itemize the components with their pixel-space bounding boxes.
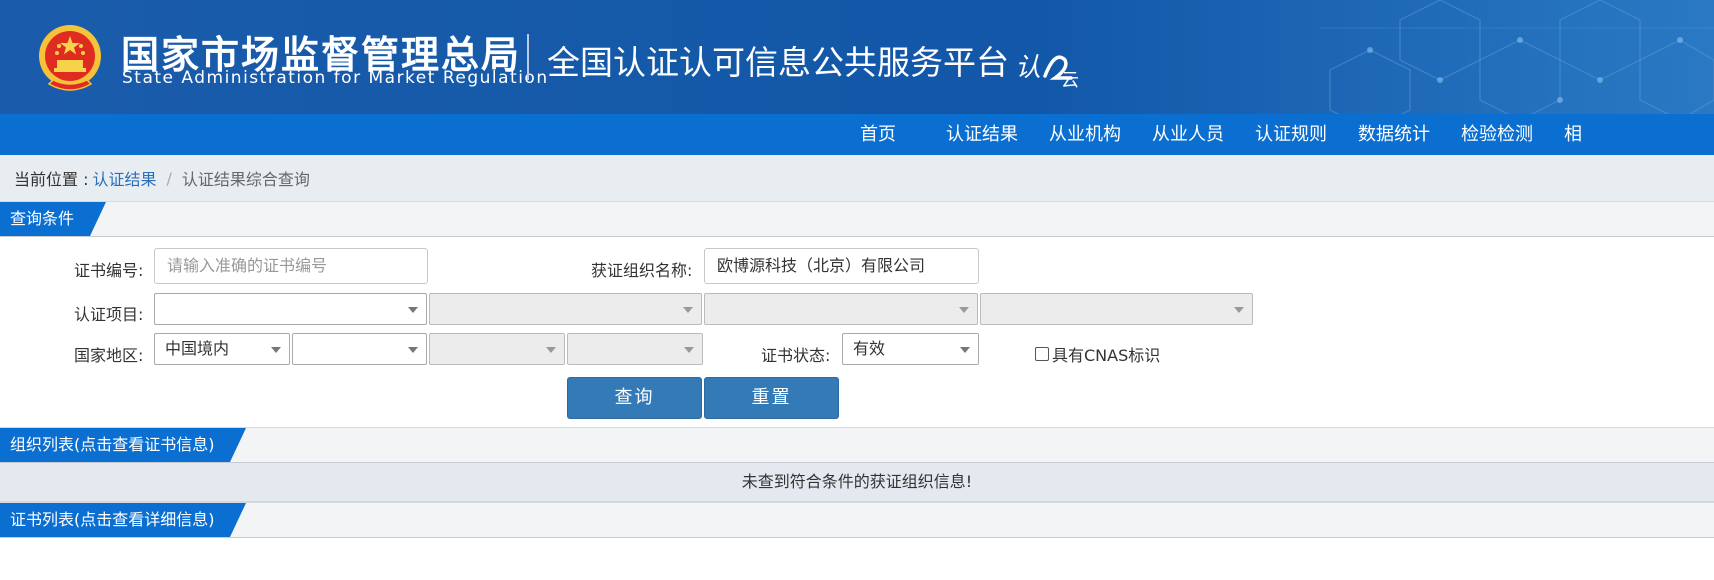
breadcrumb: 当前位置 : 认证结果 / 认证结果综合查询	[0, 155, 1714, 201]
breadcrumb-link-cert-results[interactable]: 认证结果	[92, 166, 156, 190]
agency-name-en: State Administration for Market Regulati…	[122, 68, 549, 88]
platform-title: 全国认证认可信息公共服务平台	[547, 43, 1009, 82]
query-section-title: 查询条件	[0, 202, 106, 236]
nav-item-personnel[interactable]: 从业人员	[1152, 114, 1224, 155]
nav-item-more[interactable]: 相	[1564, 114, 1582, 155]
nav-item-cert-results[interactable]: 认证结果	[946, 114, 1018, 155]
breadcrumb-current: 认证结果综合查询	[181, 170, 310, 189]
region-select-2[interactable]	[292, 333, 427, 365]
project-label: 认证项目:	[74, 305, 144, 324]
chevron-down-icon	[408, 347, 418, 353]
breadcrumb-prefix: 当前位置 :	[14, 170, 89, 189]
org-name-input[interactable]: 欧博源科技（北京）有限公司	[704, 248, 979, 284]
org-list-empty-message: 未查到符合条件的获证组织信息!	[0, 463, 1714, 502]
nav-item-home[interactable]: 首页	[860, 114, 896, 155]
chevron-down-icon	[684, 347, 694, 353]
chevron-down-icon	[960, 347, 970, 353]
cert-no-placeholder: 请输入准确的证书编号	[167, 256, 328, 275]
chevron-down-icon	[1234, 307, 1244, 313]
header-divider	[527, 34, 529, 80]
region-select-3[interactable]	[429, 333, 565, 365]
project-select-1[interactable]	[154, 293, 427, 325]
region-select-1-value: 中国境内	[165, 339, 230, 358]
cnas-checkbox-label: 具有CNAS标识	[1052, 346, 1161, 365]
org-name-label: 获证组织名称:	[591, 261, 693, 280]
nav-item-inspection[interactable]: 检验检测	[1461, 114, 1533, 155]
status-select-value: 有效	[853, 339, 886, 358]
query-form: 证书编号: 请输入准确的证书编号 获证组织名称: 欧博源科技（北京）有限公司 认…	[0, 237, 1714, 427]
project-select-3[interactable]	[704, 293, 978, 325]
nav-item-institutions[interactable]: 从业机构	[1049, 114, 1121, 155]
chevron-down-icon	[271, 347, 281, 353]
project-select-4[interactable]	[980, 293, 1253, 325]
reset-button[interactable]: 重置	[704, 377, 839, 419]
ren-logo-char1: 认	[1015, 53, 1041, 83]
chevron-down-icon	[546, 347, 556, 353]
region-select-1[interactable]: 中国境内	[154, 333, 290, 365]
nav-item-statistics[interactable]: 数据统计	[1358, 114, 1430, 155]
status-select[interactable]: 有效	[842, 333, 979, 365]
renyun-logo-icon: 认 云	[1015, 53, 1079, 90]
org-list-section-header: 组织列表(点击查看证书信息)	[0, 427, 1714, 463]
chevron-down-icon	[683, 307, 693, 313]
query-section-header: 查询条件	[0, 201, 1714, 237]
cert-no-label: 证书编号:	[74, 261, 144, 280]
region-select-4[interactable]	[567, 333, 703, 365]
chevron-down-icon	[959, 307, 969, 313]
site-header: 国家市场监督管理总局 State Administration for Mark…	[0, 0, 1714, 114]
cert-no-input[interactable]: 请输入准确的证书编号	[154, 248, 428, 284]
status-label: 证书状态:	[761, 346, 831, 365]
cert-list-title: 证书列表(点击查看详细信息)	[0, 503, 246, 537]
nav-item-cert-rules[interactable]: 认证规则	[1255, 114, 1327, 155]
project-select-2[interactable]	[429, 293, 702, 325]
checkbox-icon[interactable]	[1035, 347, 1049, 361]
cnas-checkbox[interactable]: 具有CNAS标识	[1035, 342, 1160, 366]
chevron-down-icon	[408, 307, 418, 313]
main-nav: 首页 认证结果 从业机构 从业人员 认证规则 数据统计 检验检测 相	[0, 114, 1714, 155]
cert-list-section-header: 证书列表(点击查看详细信息)	[0, 502, 1714, 538]
search-button[interactable]: 查询	[567, 377, 702, 419]
national-emblem-icon	[39, 25, 101, 91]
breadcrumb-separator: /	[166, 168, 172, 188]
region-label: 国家地区:	[74, 346, 144, 365]
org-name-value: 欧博源科技（北京）有限公司	[717, 256, 926, 275]
ren-logo-char2: 云	[1061, 70, 1079, 90]
org-list-title: 组织列表(点击查看证书信息)	[0, 428, 246, 462]
